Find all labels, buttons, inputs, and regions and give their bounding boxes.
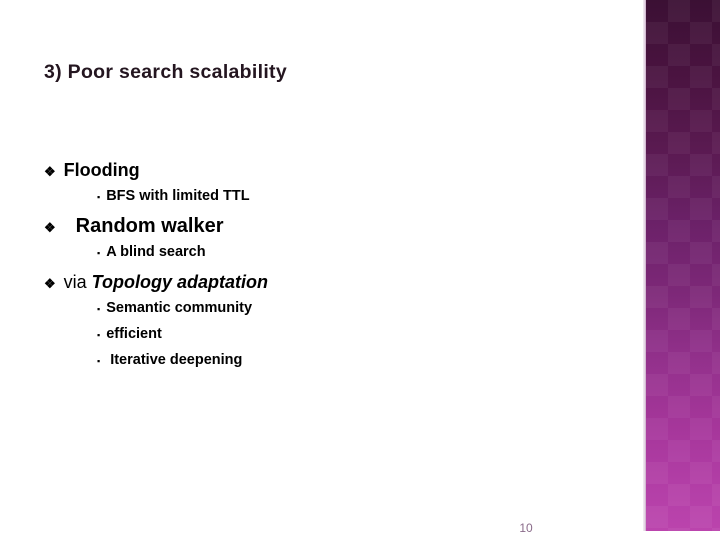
- bullet-bfs-with-limited-ttl: ▪ BFS with limited TTL: [97, 188, 250, 205]
- square-bullet-icon: ▪: [97, 356, 101, 366]
- bullet-via-prefix: via: [63, 272, 92, 292]
- diamond-bullet-icon: ❖: [44, 220, 56, 235]
- square-bullet-icon: ▪: [97, 192, 101, 202]
- bullet-iterative-deepening-label: Iterative deepening: [110, 352, 243, 368]
- diamond-bullet-icon: ❖: [44, 276, 56, 291]
- bullet-list: ❖ Flooding ▪ BFS with limited TTL ❖ Rand…: [0, 0, 646, 540]
- bullet-via-topology-adaptation: ❖ via Topology adaptation: [44, 272, 268, 293]
- bullet-flooding: ❖ Flooding: [44, 160, 140, 181]
- bullet-bfs-with-limited-ttl-label: BFS with limited TTL: [106, 188, 250, 204]
- bullet-flooding-label: Flooding: [63, 160, 140, 180]
- bullet-a-blind-search: ▪ A blind search: [97, 244, 206, 261]
- square-bullet-icon: ▪: [97, 304, 101, 314]
- bullet-random-walker: ❖ Random walker: [44, 215, 223, 237]
- bullet-semantic-community-label: Semantic community: [106, 300, 253, 316]
- square-bullet-icon: ▪: [97, 330, 101, 340]
- bullet-topology-adaptation-emphasis: Topology adaptation: [91, 272, 268, 292]
- bullet-efficient: ▪ efficient: [97, 326, 162, 343]
- bullet-a-blind-search-label: A blind search: [106, 244, 206, 260]
- bullet-semantic-community: ▪ Semantic community: [97, 300, 253, 317]
- square-bullet-icon: ▪: [97, 248, 101, 258]
- bullet-random-walker-label: Random walker: [75, 215, 224, 237]
- diamond-bullet-icon: ❖: [44, 164, 56, 179]
- bullet-efficient-label: efficient: [106, 326, 162, 342]
- diamond-texture-pattern: [646, 0, 720, 531]
- bullet-iterative-deepening: ▪ Iterative deepening: [97, 352, 243, 369]
- slide-canvas: 3) Poor search scalability ❖ Flooding ▪ …: [0, 0, 720, 540]
- decorative-side-band: [646, 0, 720, 531]
- bullet-via-topology-adaptation-label: via Topology adaptation: [63, 272, 268, 293]
- page-number: 10: [519, 521, 533, 535]
